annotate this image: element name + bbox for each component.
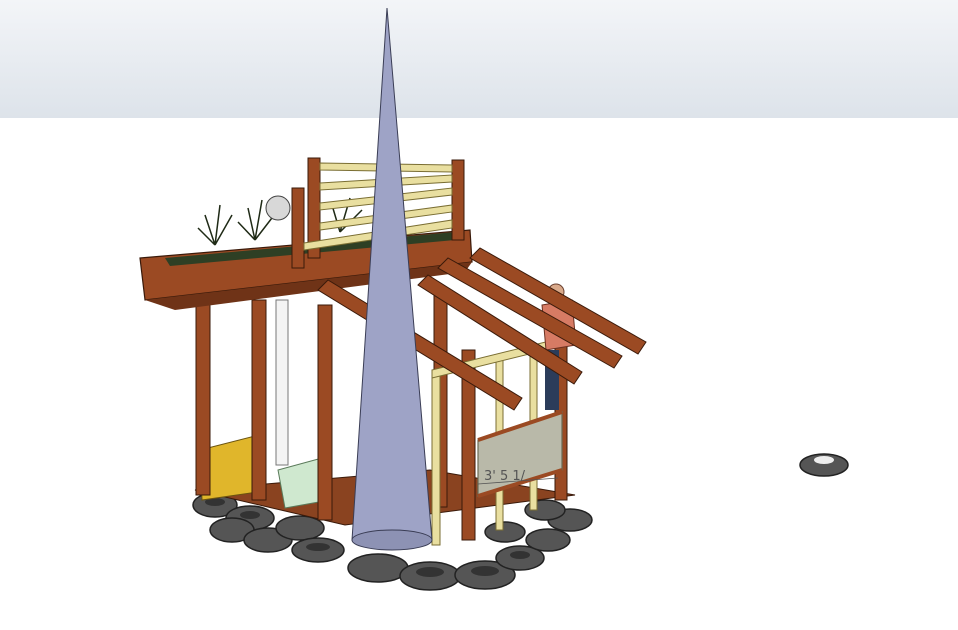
lantern-ball[interactable] [265,195,291,221]
model-scene[interactable]: 3' 5 1/ [0,0,958,630]
3d-viewport[interactable]: 3' 5 1/ [0,0,958,630]
white-pipe[interactable] [275,299,289,466]
loose-tire[interactable] [799,453,849,477]
spire-base [351,529,433,551]
